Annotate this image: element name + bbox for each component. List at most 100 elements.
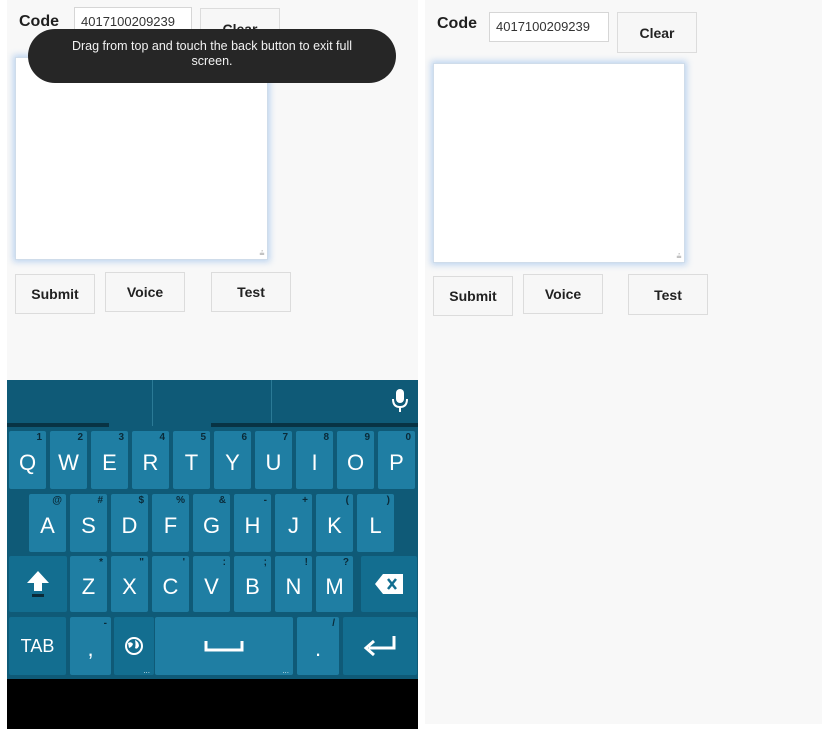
key-hint: 2 xyxy=(77,432,83,443)
code-label: Code xyxy=(437,15,477,32)
suggestion-indicator xyxy=(211,423,418,427)
key-label: D xyxy=(121,513,138,538)
comma-key-label: , xyxy=(87,636,94,661)
key-d[interactable]: $ D xyxy=(111,494,148,552)
test-button[interactable]: Test xyxy=(211,272,291,312)
key-label: L xyxy=(369,513,382,538)
key-label: W xyxy=(58,450,79,475)
soft-keyboard: 1Q2W3E4R5T6Y7U8I9O0P @ A # S $ D% F & G - H + J(K) L … xyxy=(7,380,418,679)
key-hint: $ xyxy=(138,495,144,506)
message-textarea[interactable]: ≟ xyxy=(15,57,268,260)
suggestion-divider xyxy=(152,380,153,426)
key-u[interactable]: 7U xyxy=(255,431,292,489)
clear-button[interactable]: Clear xyxy=(617,12,697,53)
key-hint: 4 xyxy=(159,432,165,443)
key-t[interactable]: 5T xyxy=(173,431,210,489)
key-hint: 9 xyxy=(364,432,370,443)
space-key-more: ... xyxy=(282,666,289,675)
comma-key[interactable]: - , xyxy=(70,617,111,675)
key-m[interactable]: ? M xyxy=(316,556,353,612)
key-hint: @ xyxy=(52,495,62,506)
key-l[interactable]: ) L xyxy=(357,494,394,552)
key-q[interactable]: 1Q xyxy=(9,431,46,489)
period-key[interactable]: / . xyxy=(297,617,339,675)
key-label: C xyxy=(162,574,179,599)
resize-grip-icon[interactable]: ≟ xyxy=(676,254,682,261)
key-j[interactable]: + J xyxy=(275,494,312,552)
key-label: M xyxy=(325,574,344,599)
space-bar-icon xyxy=(204,641,244,652)
right-screen: Code 4017100209239 Clear ≟ Submit Voice … xyxy=(425,0,822,724)
suggestion-indicator xyxy=(7,423,109,427)
key-label: Q xyxy=(18,450,37,475)
key-i[interactable]: 8I xyxy=(296,431,333,489)
key-z[interactable]: * Z xyxy=(70,556,107,612)
key-hint: * xyxy=(99,557,103,568)
key-a[interactable]: @ A xyxy=(29,494,66,552)
key-label: U xyxy=(265,450,282,475)
key-label: T xyxy=(184,450,199,475)
key-f[interactable]: % F xyxy=(152,494,189,552)
fullscreen-toast: Drag from top and touch the back button … xyxy=(28,29,396,83)
key-hint: ? xyxy=(342,557,349,568)
submit-button[interactable]: Submit xyxy=(15,274,95,314)
key-label: H xyxy=(244,513,261,538)
key-label: P xyxy=(389,450,404,475)
key-e[interactable]: 3E xyxy=(91,431,128,489)
tab-key[interactable]: TAB xyxy=(9,617,66,675)
key-hint: ) xyxy=(386,495,390,506)
space-key[interactable]: ... xyxy=(155,617,293,675)
submit-button[interactable]: Submit xyxy=(433,276,513,316)
key-w[interactable]: 2W xyxy=(50,431,87,489)
period-key-hint: / xyxy=(332,618,335,629)
key-hint: 8 xyxy=(323,432,329,443)
voice-button[interactable]: Voice xyxy=(523,274,603,314)
key-g[interactable]: & G xyxy=(193,494,230,552)
key-label: S xyxy=(81,513,96,538)
key-b[interactable]: ; B xyxy=(234,556,271,612)
key-c[interactable]: ' C xyxy=(152,556,189,612)
enter-key[interactable] xyxy=(343,617,417,675)
backspace-key[interactable] xyxy=(361,556,417,612)
microphone-icon[interactable] xyxy=(391,388,409,419)
key-label: X xyxy=(122,574,137,599)
code-input[interactable]: 4017100209239 xyxy=(489,12,609,42)
key-hint: " xyxy=(139,557,144,568)
key-label: I xyxy=(311,450,318,475)
language-key-more: ... xyxy=(143,666,150,675)
message-textarea[interactable]: ≟ xyxy=(433,63,685,263)
key-hint: & xyxy=(218,495,226,506)
key-label: V xyxy=(204,574,219,599)
test-button[interactable]: Test xyxy=(628,274,708,315)
key-r[interactable]: 4R xyxy=(132,431,169,489)
key-x[interactable]: " X xyxy=(111,556,148,612)
key-label: F xyxy=(163,513,178,538)
key-label: N xyxy=(285,574,302,599)
language-key[interactable]: ... xyxy=(114,617,154,675)
key-v[interactable]: :V xyxy=(193,556,230,612)
key-hint: + xyxy=(302,495,308,506)
key-h[interactable]: -H xyxy=(234,494,271,552)
key-k[interactable]: (K xyxy=(316,494,353,552)
key-hint: - xyxy=(263,495,267,506)
shift-key[interactable] xyxy=(9,556,67,612)
key-p[interactable]: 0P xyxy=(378,431,415,489)
key-label: Y xyxy=(225,450,240,475)
key-n[interactable]: ! N xyxy=(275,556,312,612)
backspace-icon xyxy=(375,574,403,594)
key-s[interactable]: # S xyxy=(70,494,107,552)
key-label: K xyxy=(327,513,342,538)
key-hint: 1 xyxy=(36,432,42,443)
globe-icon xyxy=(125,637,143,655)
key-o[interactable]: 9O xyxy=(337,431,374,489)
period-key-label: . xyxy=(314,636,322,661)
key-hint: 6 xyxy=(241,432,247,443)
shift-arrow-icon xyxy=(27,571,49,597)
resize-grip-icon[interactable]: ≟ xyxy=(259,251,265,258)
key-label: O xyxy=(346,450,365,475)
voice-button[interactable]: Voice xyxy=(105,272,185,312)
suggestion-bar xyxy=(7,380,418,427)
key-y[interactable]: 6Y xyxy=(214,431,251,489)
key-hint: ( xyxy=(345,495,349,506)
key-hint: ; xyxy=(263,557,267,568)
